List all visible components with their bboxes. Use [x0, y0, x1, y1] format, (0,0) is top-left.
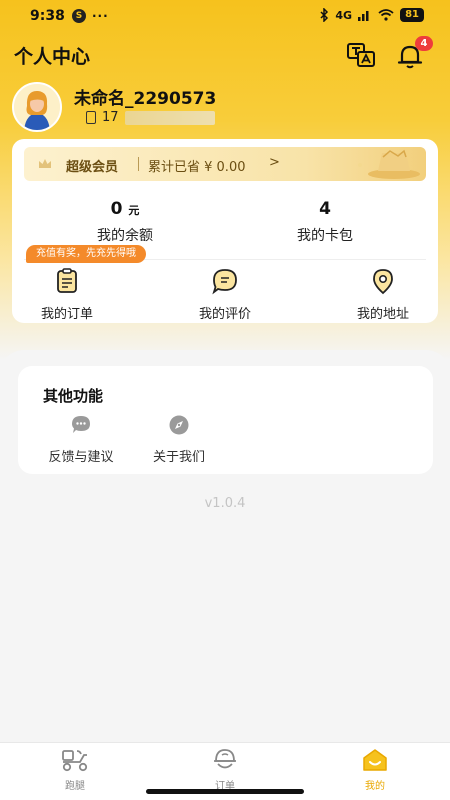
vip-savings: 累计已省 ¥ 0.00	[148, 160, 246, 175]
balance-label: 我的余额	[97, 228, 153, 244]
phone-row: 17	[86, 110, 215, 125]
nav-mine[interactable]: 我的	[335, 747, 415, 792]
my-orders-label: 我的订单	[40, 307, 93, 322]
phone-number: 17	[102, 110, 119, 125]
my-reviews-entry[interactable]: 我的评价	[175, 267, 275, 322]
order-icon	[214, 749, 236, 769]
phone-number-mask	[124, 110, 215, 125]
nav-orders[interactable]: 订单	[185, 747, 265, 792]
comment-icon	[212, 269, 237, 295]
translate-icon	[347, 43, 375, 67]
vip-badge-icon	[358, 149, 420, 179]
phone-icon	[86, 111, 96, 124]
wifi-icon	[378, 9, 394, 21]
balance-unit: 元	[128, 204, 140, 217]
bluetooth-icon	[320, 8, 329, 22]
order-list-icon	[57, 268, 77, 293]
card-wallet-value: 4	[319, 199, 331, 219]
home-indicator[interactable]	[146, 789, 304, 794]
status-time: 9:38	[30, 8, 65, 24]
my-address-label: 我的地址	[356, 307, 409, 322]
recharge-promo-tag[interactable]: 充值有奖，先充先得哦	[26, 245, 146, 263]
feedback-item[interactable]: 反馈与建议	[42, 414, 120, 465]
page-title: 个人中心	[14, 46, 91, 68]
account-card: 超级会员 累计已省 ¥ 0.00 > 0元 我的余额 4 我的卡包 充值有奖，先…	[12, 139, 438, 323]
about-us-label: 关于我们	[152, 450, 205, 465]
avatar-illustration-icon	[14, 84, 60, 130]
notification-badge: 4	[415, 36, 433, 51]
my-orders-entry[interactable]: 我的订单	[17, 267, 117, 322]
compass-icon	[169, 415, 189, 435]
my-reviews-label: 我的评价	[198, 307, 251, 322]
app-notification-icon: S	[72, 9, 86, 23]
status-notification-icons: S ···	[72, 9, 109, 23]
vip-banner[interactable]: 超级会员 累计已省 ¥ 0.00 >	[24, 147, 426, 181]
chat-bubble-icon	[72, 416, 90, 433]
nav-errand-label: 跑腿	[65, 781, 85, 792]
my-address-entry[interactable]: 我的地址	[333, 267, 433, 322]
network-type: 4G	[335, 8, 353, 22]
battery-indicator: 81	[400, 8, 424, 22]
vip-label: 超级会员	[66, 160, 119, 175]
about-us-item[interactable]: 关于我们	[146, 414, 212, 465]
signal-icon	[358, 11, 369, 21]
crown-icon	[39, 159, 51, 168]
chevron-right-icon: >	[269, 155, 280, 170]
nav-errand[interactable]: 跑腿	[35, 747, 115, 792]
app-version: v1.0.4	[204, 496, 246, 511]
nav-mine-label: 我的	[365, 781, 385, 792]
status-right-icons: 4G 81	[319, 8, 424, 22]
feedback-label: 反馈与建议	[48, 450, 114, 465]
more-notifications-icon: ···	[92, 9, 109, 23]
translate-button[interactable]	[346, 42, 376, 68]
vip-divider	[138, 157, 139, 171]
status-bar: 9:38 S ··· 4G 81	[0, 0, 450, 34]
avatar[interactable]	[12, 82, 62, 132]
profile-home-icon	[363, 749, 387, 771]
username: 未命名_2290573	[74, 89, 217, 109]
location-pin-icon	[373, 269, 393, 295]
delivery-scooter-icon	[62, 750, 88, 772]
balance-stat[interactable]: 0元 我的余额	[25, 199, 225, 245]
card-wallet-stat[interactable]: 4 我的卡包	[225, 199, 425, 245]
balance-value: 0	[110, 199, 123, 219]
other-features-card: 其他功能 反馈与建议 关于我们	[18, 366, 433, 474]
balance-value-row: 0元	[25, 199, 225, 219]
card-wallet-label: 我的卡包	[297, 228, 353, 244]
other-features-title: 其他功能	[43, 387, 104, 405]
